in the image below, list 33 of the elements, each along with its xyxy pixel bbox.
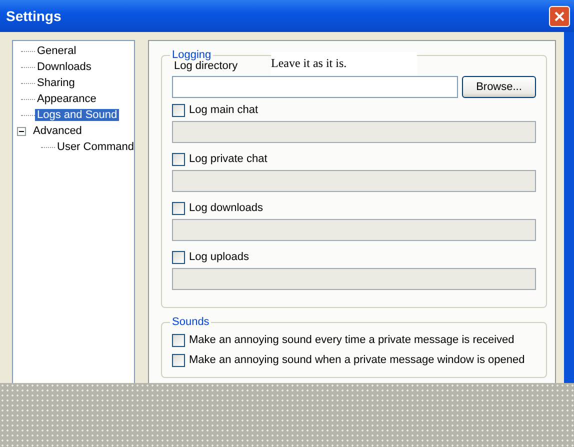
tree-item[interactable]: Sharing bbox=[35, 77, 77, 89]
browse-button[interactable]: Browse... bbox=[462, 76, 536, 98]
input-field[interactable] bbox=[172, 219, 536, 241]
checkbox-label[interactable]: Make an annoying sound when a private message window is opened bbox=[189, 354, 525, 366]
checkbox[interactable] bbox=[172, 104, 185, 116]
group-title: Sounds bbox=[171, 316, 210, 328]
window-title: Settings bbox=[6, 8, 62, 24]
tree-item[interactable]: Advanced bbox=[31, 125, 84, 137]
close-button[interactable] bbox=[549, 6, 570, 26]
tree-item[interactable]: Logs and Sound bbox=[35, 109, 120, 121]
note-text: Leave it as it is. bbox=[271, 52, 417, 76]
checkbox-label[interactable]: Log main chat bbox=[189, 104, 258, 116]
collapse-icon[interactable] bbox=[17, 126, 26, 136]
tree-item[interactable]: User Command bbox=[55, 141, 136, 153]
checkbox[interactable] bbox=[172, 334, 185, 346]
checkbox-label[interactable]: Log uploads bbox=[189, 251, 249, 263]
checkbox[interactable] bbox=[172, 202, 185, 214]
checkbox-label[interactable]: Log downloads bbox=[189, 202, 264, 214]
tree-item[interactable]: Appearance bbox=[35, 93, 98, 105]
input-field[interactable] bbox=[172, 268, 536, 290]
checkbox-label[interactable]: Make an annoying sound every time a private message is received bbox=[189, 334, 514, 346]
tree-item[interactable]: General bbox=[35, 45, 78, 57]
checkbox[interactable] bbox=[172, 250, 185, 264]
group-title: Logging bbox=[171, 49, 212, 61]
tree-item[interactable]: Downloads bbox=[35, 61, 94, 73]
input-field[interactable] bbox=[172, 170, 536, 192]
checkbox[interactable] bbox=[172, 152, 185, 166]
checkbox[interactable] bbox=[172, 354, 185, 366]
checkbox-label[interactable]: Log private chat bbox=[189, 153, 268, 165]
input-field[interactable] bbox=[172, 121, 536, 143]
input-field[interactable] bbox=[172, 76, 458, 98]
close-icon[interactable] bbox=[554, 10, 565, 22]
field-label: Log directory bbox=[174, 60, 238, 72]
